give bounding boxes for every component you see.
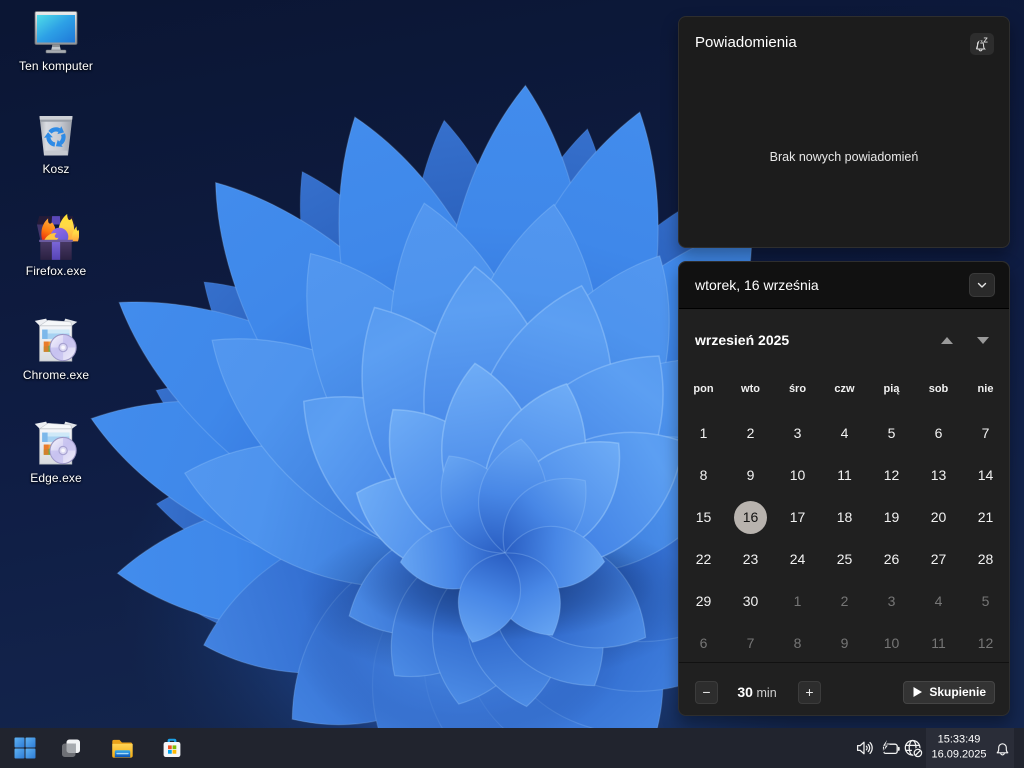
svg-text:Z: Z bbox=[983, 36, 988, 44]
